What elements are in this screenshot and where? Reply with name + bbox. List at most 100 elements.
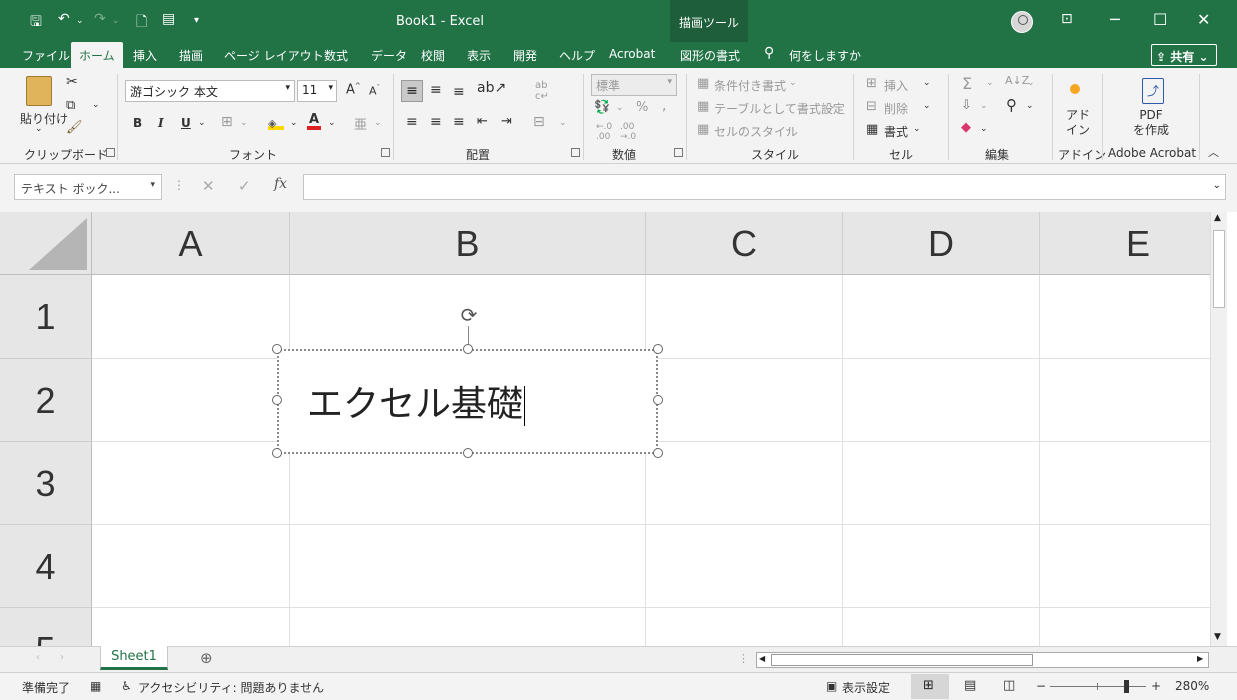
column-header-a[interactable]: A [92,212,290,275]
redo-icon[interactable]: ↷ [94,11,106,27]
font-color-dropdown-icon[interactable]: ⌄ [328,118,336,128]
new-sheet-icon[interactable]: ⊕ [200,649,213,667]
vertical-scrollbar[interactable]: ▲ ▼ [1210,212,1227,646]
increase-decimal-icon[interactable]: ←.0.00 [596,122,612,142]
currency-icon[interactable]: 💱 [594,100,610,115]
format-painter-icon[interactable]: 🖌 [66,120,83,135]
cut-icon[interactable]: ✂ [66,74,78,90]
align-middle-icon[interactable]: ≡ [430,82,442,98]
worksheet-grid[interactable]: A B C D E 1 2 3 4 5 ⟳ エクセル基礎 [0,212,1210,646]
addins-button[interactable]: アド イン [1066,108,1090,138]
italic-button[interactable]: I [158,116,164,130]
scroll-right-icon[interactable]: ▶ [1197,654,1203,663]
tab-page-layout[interactable]: ページ レイアウト [224,47,324,64]
fill-down-icon[interactable]: ⇩ [961,98,972,113]
enter-check-icon[interactable]: ✓ [238,177,251,195]
comma-button[interactable]: , [662,98,666,114]
paste-dropdown-icon[interactable]: ⌄ [35,124,43,134]
column-header-c[interactable]: C [646,212,843,275]
clear-dropdown-icon[interactable]: ⌄ [980,124,988,134]
resize-handle-bottom-right[interactable] [653,448,663,458]
resize-handle-right[interactable] [653,395,663,405]
font-launcher-icon[interactable] [381,148,390,157]
name-box[interactable]: テキスト ボック... ▾ [14,174,162,200]
number-format-select[interactable]: 標準 ▾ [591,74,677,96]
prev-sheet-icon[interactable]: ‹ [36,652,40,663]
close-icon[interactable]: ✕ [1197,10,1210,29]
maximize-icon[interactable]: ☐ [1153,10,1167,29]
find-dropdown-icon[interactable]: ⌄ [1026,101,1034,111]
ribbon-display-icon[interactable]: ⊡ [1061,11,1073,27]
user-avatar-icon[interactable] [1011,11,1033,33]
select-all-button[interactable] [0,212,92,275]
rotate-handle-icon[interactable]: ⟳ [458,304,480,326]
sort-filter-icon[interactable]: A↓Z [1005,74,1029,87]
delete-cells-button[interactable]: 削除 [884,100,908,117]
column-header-e[interactable]: E [1040,212,1210,275]
fill-color-dropdown-icon[interactable]: ⌄ [290,118,298,128]
clipboard-launcher-icon[interactable] [106,148,115,157]
column-header-d[interactable]: D [843,212,1040,275]
conditional-format-button[interactable]: 条件付き書式 [714,77,786,94]
underline-button[interactable]: U [181,116,191,130]
insert-cells-button[interactable]: 挿入 [884,77,908,94]
autosum-dropdown-icon[interactable]: ⌄ [986,78,994,88]
bold-button[interactable]: B [133,116,142,130]
resize-handle-top[interactable] [463,344,473,354]
accessibility-status[interactable]: アクセシビリティ: 問題ありません [138,679,324,696]
zoom-level[interactable]: 280% [1175,679,1209,693]
alignment-launcher-icon[interactable] [571,148,580,157]
number-launcher-icon[interactable] [674,148,683,157]
decrease-indent-icon[interactable]: ⇤ [477,114,488,129]
row-header-5[interactable]: 5 [0,608,92,646]
cancel-icon[interactable]: ✕ [202,177,215,195]
minimize-icon[interactable]: ─ [1110,10,1120,29]
tab-formulas[interactable]: 数式 [324,47,348,64]
next-sheet-icon[interactable]: › [60,652,64,663]
macro-record-icon[interactable]: ▦ [90,679,101,693]
tab-help[interactable]: ヘルプ [559,47,595,64]
sort-dropdown-icon[interactable]: ⌄ [1027,78,1035,88]
row-header-2[interactable]: 2 [0,359,92,442]
row-header-3[interactable]: 3 [0,442,92,525]
text-box-content[interactable]: エクセル基礎 [307,375,526,427]
tab-home[interactable]: ホーム [71,42,123,68]
scroll-up-icon[interactable]: ▲ [1214,213,1221,223]
horizontal-scrollbar[interactable]: ◀ ▶ [756,652,1209,668]
tab-developer[interactable]: 開発 [513,47,537,64]
increase-indent-icon[interactable]: ⇥ [501,114,512,129]
sheet-tab-sheet1[interactable]: Sheet1 [100,646,168,670]
format-cells-button[interactable]: 書式 [884,123,908,140]
phonetic-dropdown-icon[interactable]: ⌄ [374,118,382,128]
zoom-in-icon[interactable]: + [1151,679,1161,693]
currency-dropdown-icon[interactable]: ⌄ [616,103,624,113]
decrease-font-icon[interactable]: Aˇ [369,84,380,98]
form-icon[interactable]: ▤ [162,11,175,27]
borders-dropdown-icon[interactable]: ⌄ [240,118,248,128]
tab-draw[interactable]: 描画 [179,47,203,64]
zoom-out-icon[interactable]: − [1036,679,1046,693]
tab-file[interactable]: ファイル [22,47,70,64]
orientation-icon[interactable]: ab↗ [477,80,506,96]
phonetic-icon[interactable]: 亜 [354,114,367,133]
align-center-icon[interactable]: ≡ [430,114,442,130]
share-button[interactable]: ⇪ 共有 ⌄ [1151,44,1217,66]
merge-center-icon[interactable]: ⊟ [533,114,545,130]
font-size-select[interactable]: 11 ▾ [297,80,337,102]
copy-dropdown-icon[interactable]: ⌄ [92,100,100,110]
borders-icon[interactable]: ⊞ [221,114,233,130]
decrease-decimal-icon[interactable]: .00 →.0 [620,122,636,142]
format-as-table-button[interactable]: テーブルとして書式設定 [714,100,845,117]
column-header-b[interactable]: B [290,212,646,275]
copy-icon[interactable]: ⧉ [66,98,75,113]
underline-dropdown-icon[interactable]: ⌄ [198,118,206,128]
formula-input[interactable]: ⌄ [303,174,1226,200]
fill-color-icon[interactable]: ◈ [268,116,284,130]
tab-data[interactable]: データ [371,47,407,64]
clear-eraser-icon[interactable]: ◆ [961,120,971,135]
tab-shape-format[interactable]: 図形の書式 [680,47,740,64]
scroll-down-icon[interactable]: ▼ [1214,632,1221,642]
paste-icon[interactable] [26,76,52,106]
horizontal-scroll-thumb[interactable] [771,654,1033,666]
undo-dropdown-icon[interactable]: ⌄ [76,16,84,26]
